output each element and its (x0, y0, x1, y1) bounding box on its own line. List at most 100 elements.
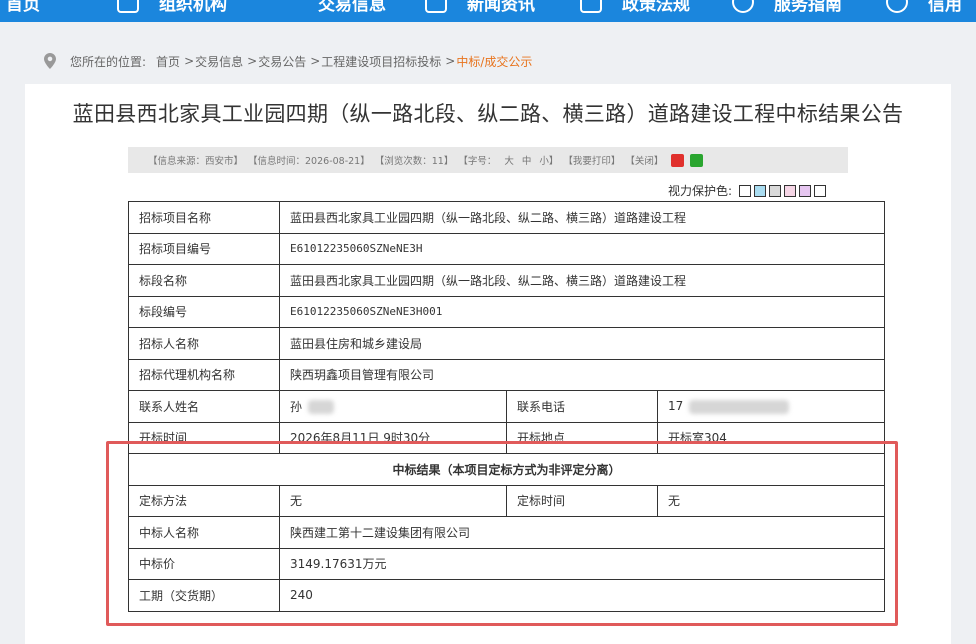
row-value: 蓝田县西北家具工业园四期（纵一路北段、纵二路、横三路）道路建设工程 (279, 201, 885, 234)
nav-item-news[interactable]: 新闻资讯 (425, 0, 535, 15)
table-row: 招标人名称 蓝田县住房和城乡建设局 (128, 327, 885, 360)
table-row: 中标结果（本项目定标方式为非评定分离） (128, 453, 885, 486)
nav-label: 交易信息 (318, 0, 386, 15)
eye-care-swatch[interactable] (784, 184, 797, 197)
phone-cell: 17 (657, 390, 885, 423)
close-link[interactable]: 【关闭】 (625, 153, 663, 167)
phone-label: 联系电话 (506, 390, 658, 423)
method-value: 无 (279, 484, 507, 517)
row-value: 蓝田县住房和城乡建设局 (279, 327, 885, 360)
eye-care-swatch[interactable] (799, 184, 812, 197)
nav-item-org[interactable]: 组织机构 (117, 0, 227, 15)
period-value: 240 (279, 579, 885, 612)
table-row: 中标人名称 陕西建工第十二建设集团有限公司 (128, 516, 885, 549)
weibo-share-icon[interactable] (671, 153, 685, 167)
row-value: E61012235060SZNeNE3H001 (279, 295, 885, 328)
period-label: 工期（交货期） (128, 579, 280, 612)
eye-care-colors: 视力保护色: (668, 183, 827, 198)
phone-value: 17 (668, 399, 684, 413)
breadcrumb-bidding[interactable]: 工程建设项目招标投标 (321, 53, 441, 70)
table-row: 招标代理机构名称 陕西玥鑫项目管理有限公司 (128, 358, 885, 391)
table-row: 招标项目名称 蓝田县西北家具工业园四期（纵一路北段、纵二路、横三路）道路建设工程 (128, 201, 885, 234)
decision-time-label: 定标时间 (506, 484, 658, 517)
trade-icon (276, 0, 298, 13)
contact-cell: 孙 (279, 390, 507, 423)
breadcrumb: 您所在的位置: 首页 > 交易信息 > 交易公告 > 工程建设项目招标投标 > … (44, 52, 532, 70)
breadcrumb-current[interactable]: 中标/成交公示 (456, 53, 532, 70)
table-row: 标段名称 蓝田县西北家具工业园四期（纵一路北段、纵二路、横三路）道路建设工程 (128, 264, 885, 297)
nav-label: 信用 (928, 0, 962, 15)
row-label: 招标项目编号 (128, 232, 280, 265)
breadcrumb-separator: > (184, 54, 195, 68)
breadcrumb-separator: > (310, 54, 321, 68)
nav-item-home[interactable]: 首页 (0, 0, 40, 15)
method-label: 定标方法 (128, 484, 280, 517)
table-row: 中标价 3149.17631万元 (128, 547, 885, 580)
row-value: 陕西玥鑫项目管理有限公司 (279, 358, 885, 391)
eye-care-swatch[interactable] (769, 184, 782, 197)
breadcrumb-trade-info[interactable]: 交易信息 (195, 53, 243, 70)
nav-label: 组织机构 (159, 0, 227, 15)
row-label: 招标代理机构名称 (128, 358, 280, 391)
info-views: 【浏览次数：11】 (374, 156, 454, 167)
row-value: E61012235060SZNeNE3H (279, 232, 885, 265)
table-row: 工期（交货期） 240 (128, 579, 885, 612)
breadcrumb-separator: > (247, 54, 258, 68)
nav-label: 服务指南 (774, 0, 842, 15)
table-row: 开标时间 2026年8月11日 9时30分 开标地点 开标室304 (128, 421, 885, 454)
location-pin-icon (44, 53, 56, 69)
nav-label: 新闻资讯 (467, 0, 535, 15)
nav-label: 首页 (6, 0, 40, 15)
info-bar: 【信息来源：西安市】 【信息时间：2026-08-21】 【浏览次数：11】 【… (128, 147, 848, 173)
eye-care-swatch[interactable] (754, 184, 767, 197)
price-label: 中标价 (128, 547, 280, 580)
row-label: 招标人名称 (128, 327, 280, 360)
nav-item-trade[interactable]: 交易信息 (276, 0, 386, 15)
breadcrumb-home[interactable]: 首页 (156, 53, 180, 70)
table-row: 标段编号 E61012235060SZNeNE3H001 (128, 295, 885, 328)
price-value: 3149.17631万元 (279, 547, 885, 580)
contact-label: 联系人姓名 (128, 390, 280, 423)
credit-icon (886, 0, 908, 13)
row-value: 蓝田县西北家具工业园四期（纵一路北段、纵二路、横三路）道路建设工程 (279, 264, 885, 297)
font-small-link[interactable]: 小】 (539, 153, 558, 167)
winner-value: 陕西建工第十二建设集团有限公司 (279, 516, 885, 549)
font-large-link[interactable]: 大 (504, 153, 514, 167)
nav-label: 政策法规 (622, 0, 690, 15)
winner-label: 中标人名称 (128, 516, 280, 549)
font-medium-link[interactable]: 中 (522, 153, 532, 167)
table-row: 联系人姓名 孙 联系电话 17 (128, 390, 885, 423)
nav-item-guide[interactable]: 服务指南 (732, 0, 842, 15)
nav-item-policy[interactable]: 政策法规 (580, 0, 690, 15)
eye-care-label: 视力保护色: (668, 184, 733, 198)
breadcrumb-prefix: 您所在的位置: (70, 54, 147, 69)
redacted-blur (307, 400, 334, 415)
row-label: 标段名称 (128, 264, 280, 297)
policy-icon (580, 0, 602, 13)
font-size-label: 【字号： (458, 156, 497, 167)
top-nav-bar: 首页 组织机构 交易信息 新闻资讯 政策法规 服务指南 信用 (0, 0, 976, 22)
info-source: 【信息来源：西安市】 (148, 156, 244, 167)
breadcrumb-trade-notice[interactable]: 交易公告 (258, 53, 306, 70)
redacted-blur (689, 399, 790, 414)
eye-care-swatch[interactable] (814, 184, 827, 197)
table-row: 定标方法 无 定标时间 无 (128, 484, 885, 517)
row-label: 招标项目名称 (128, 201, 280, 234)
org-icon (117, 0, 139, 13)
decision-time-value: 无 (657, 484, 885, 517)
nav-item-credit[interactable]: 信用 (886, 0, 962, 15)
print-link[interactable]: 【我要打印】 (563, 153, 620, 167)
bid-info-table: 招标项目名称 蓝田县西北家具工业园四期（纵一路北段、纵二路、横三路）道路建设工程… (128, 201, 885, 612)
guide-icon (732, 0, 754, 13)
breadcrumb-separator: > (445, 54, 456, 68)
page-title: 蓝田县西北家具工业园四期（纵一路北段、纵二路、横三路）道路建设工程中标结果公告 (72, 102, 904, 126)
info-time: 【信息时间：2026-08-21】 (248, 156, 370, 167)
table-row: 招标项目编号 E61012235060SZNeNE3H (128, 232, 885, 265)
result-section-header: 中标结果（本项目定标方式为非评定分离） (128, 453, 885, 486)
opening-place-label: 开标地点 (506, 421, 658, 454)
opening-time-value: 2026年8月11日 9时30分 (279, 421, 507, 454)
eye-care-swatch[interactable] (739, 184, 752, 197)
opening-place-value: 开标室304 (657, 421, 885, 454)
wechat-share-icon[interactable] (690, 153, 704, 167)
contact-value: 孙 (290, 399, 303, 414)
